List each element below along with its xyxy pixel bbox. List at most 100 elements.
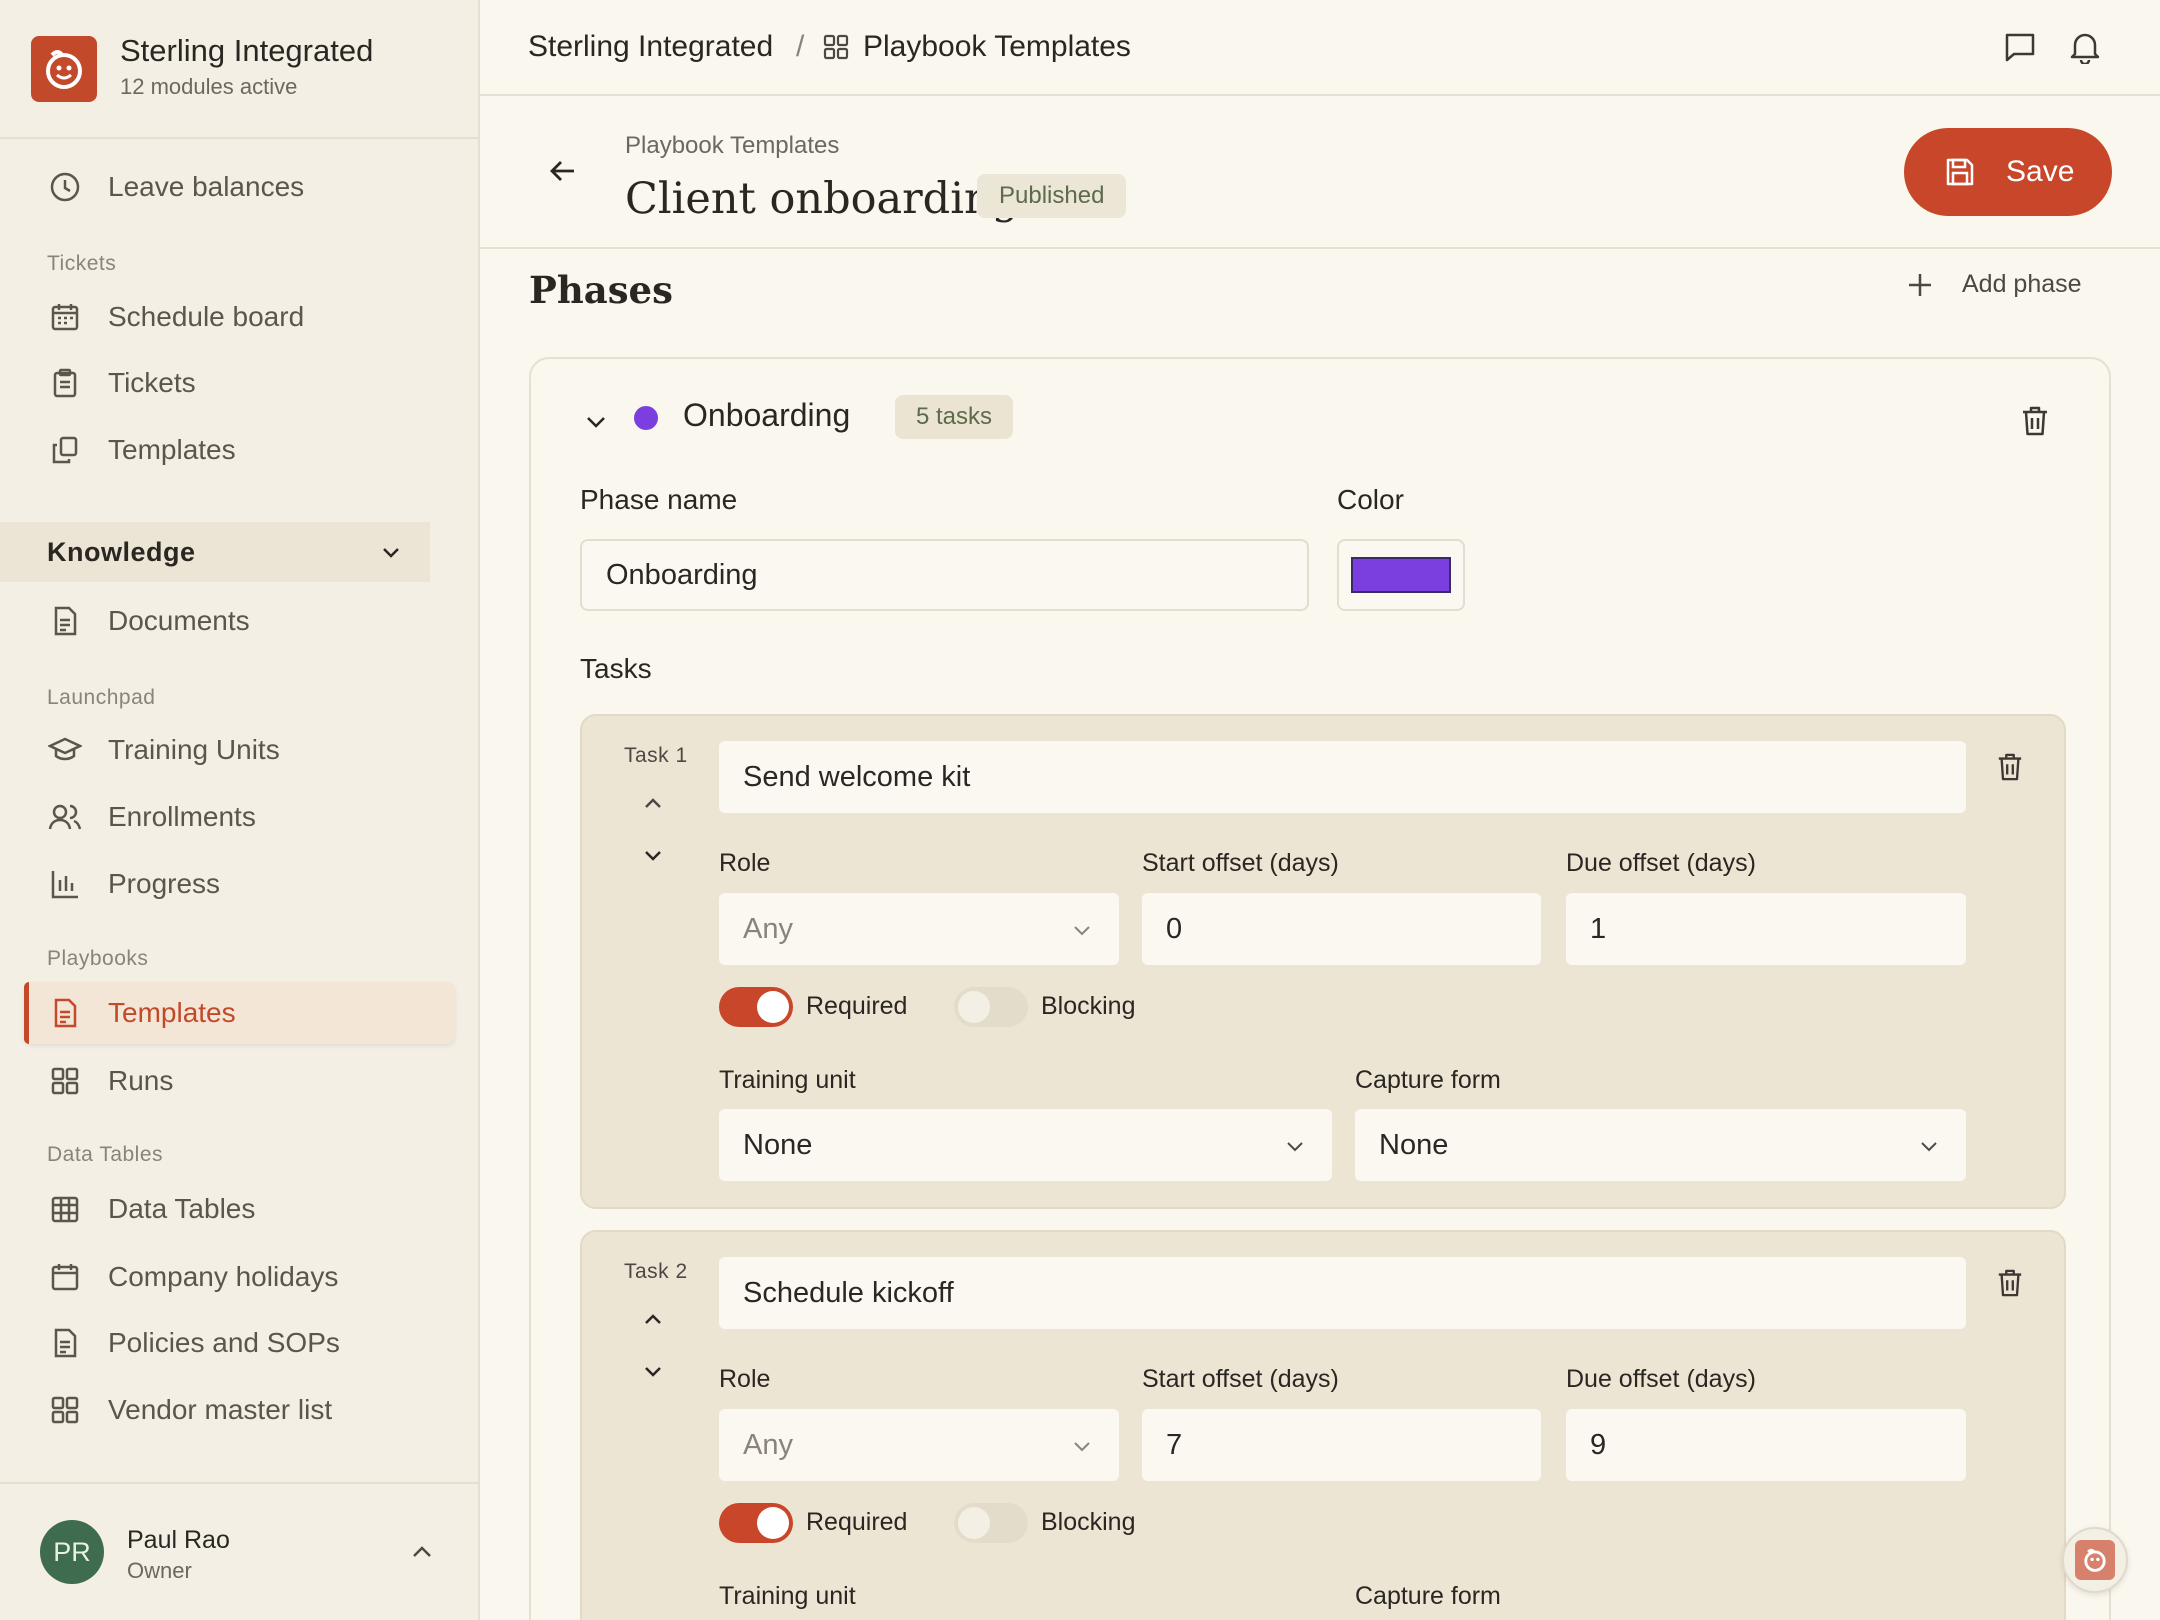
user-menu[interactable]: PR Paul Rao Owner <box>0 1482 478 1620</box>
task-number: Task 1 <box>624 744 688 767</box>
due-offset-label: Due offset (days) <box>1566 1365 1756 1393</box>
role-value: Any <box>743 1428 793 1461</box>
sidebar-item-runs[interactable]: Runs <box>24 1050 454 1112</box>
save-icon <box>1944 156 1976 188</box>
page-title: Client onboarding <box>625 174 1020 224</box>
due-offset-input[interactable]: 1 <box>1566 893 1966 965</box>
delete-task-trash-icon[interactable] <box>1996 752 2024 782</box>
role-select[interactable]: Any <box>719 1409 1119 1481</box>
sidebar-item-label: Leave balances <box>108 171 305 202</box>
sidebar-item-label: Vendor master list <box>108 1394 333 1425</box>
start-offset-input[interactable]: 0 <box>1142 893 1541 965</box>
blocking-label: Blocking <box>1041 1508 1136 1536</box>
org-name: Sterling Integrated <box>120 33 374 68</box>
bell-icon[interactable] <box>2069 30 2101 64</box>
calendar-icon <box>48 300 82 334</box>
grid-icon <box>48 1393 82 1427</box>
save-button[interactable]: Save <box>1904 128 2112 216</box>
delete-task-trash-icon[interactable] <box>1996 1268 2024 1298</box>
document-icon <box>48 996 82 1030</box>
user-name: Paul Rao <box>127 1526 230 1554</box>
move-down-chevron-icon[interactable] <box>641 1359 665 1383</box>
sidebar-item-label: Templates <box>108 997 236 1028</box>
sidebar-item-leave-balances[interactable]: Leave balances <box>24 156 454 218</box>
org-subtitle: 12 modules active <box>120 74 298 99</box>
add-phase-label: Add phase <box>1962 270 2082 298</box>
delete-phase-trash-icon[interactable] <box>2020 405 2050 437</box>
task-card: Task 2 Schedule kickoff Role Any Start o… <box>580 1230 2066 1620</box>
sidebar-item-training-units[interactable]: Training Units <box>24 719 454 781</box>
sidebar-item-label: Documents <box>108 605 250 636</box>
sidebar-item-documents[interactable]: Documents <box>24 590 454 652</box>
breadcrumb-root[interactable]: Sterling Integrated <box>528 30 773 64</box>
copy-icon <box>48 433 82 467</box>
section-tickets: Tickets <box>47 252 117 275</box>
sidebar-item-label: Training Units <box>108 734 280 765</box>
chat-icon[interactable] <box>2003 30 2037 64</box>
table-icon <box>48 1192 82 1226</box>
status-badge: Published <box>977 174 1127 218</box>
phase-name: Onboarding <box>683 397 851 433</box>
required-label: Required <box>806 1508 908 1536</box>
role-select[interactable]: Any <box>719 893 1119 965</box>
grid-icon <box>823 34 849 60</box>
tasks-label: Tasks <box>580 653 652 684</box>
document-icon <box>48 1326 82 1360</box>
training-unit-value: None <box>743 1128 813 1161</box>
org-switcher[interactable]: Sterling Integrated 12 modules active <box>0 0 478 139</box>
task-number: Task 2 <box>624 1260 688 1283</box>
start-offset-label: Start offset (days) <box>1142 849 1339 877</box>
clipboard-icon <box>48 366 82 400</box>
task-title-input[interactable]: Schedule kickoff <box>719 1257 1966 1329</box>
chevron-up-icon[interactable] <box>408 1538 436 1566</box>
blocking-toggle[interactable] <box>954 1503 1028 1543</box>
training-unit-label: Training unit <box>719 1582 856 1610</box>
assistant-launcher[interactable] <box>2062 1527 2128 1593</box>
sidebar-item-templates-playbooks[interactable]: Templates <box>24 982 455 1044</box>
topbar: Sterling Integrated / Playbook Templates <box>480 0 2160 96</box>
phase-name-input[interactable]: Onboarding <box>580 539 1309 611</box>
breadcrumb-current: Playbook Templates <box>863 30 1131 63</box>
sidebar-item-label: Data Tables <box>108 1193 256 1224</box>
users-icon <box>48 800 82 834</box>
sidebar-item-enrollments[interactable]: Enrollments <box>24 786 454 848</box>
start-offset-input[interactable]: 7 <box>1142 1409 1541 1481</box>
sidebar-item-label: Progress <box>108 868 221 899</box>
sidebar-item-tickets[interactable]: Tickets <box>24 352 454 414</box>
capture-form-select[interactable]: None <box>1355 1109 1966 1181</box>
sidebar-item-company-holidays[interactable]: Company holidays <box>24 1246 454 1308</box>
move-down-chevron-icon[interactable] <box>641 843 665 867</box>
task-title-input[interactable]: Send welcome kit <box>719 741 1966 813</box>
required-toggle[interactable] <box>719 987 793 1027</box>
sidebar-item-templates-tickets[interactable]: Templates <box>24 419 454 481</box>
avatar: PR <box>40 1520 104 1584</box>
sidebar-item-progress[interactable]: Progress <box>24 853 454 915</box>
color-picker[interactable] <box>1337 539 1465 611</box>
sidebar-item-schedule-board[interactable]: Schedule board <box>24 286 454 348</box>
move-up-chevron-icon[interactable] <box>641 792 665 816</box>
blocking-toggle[interactable] <box>954 987 1028 1027</box>
sidebar-item-vendor-master-list[interactable]: Vendor master list <box>24 1379 454 1441</box>
document-icon <box>48 604 82 638</box>
knowledge-group-toggle[interactable]: Knowledge <box>0 522 430 582</box>
org-logo-icon <box>31 36 97 102</box>
sidebar-item-data-tables[interactable]: Data Tables <box>24 1178 454 1240</box>
required-toggle[interactable] <box>719 1503 793 1543</box>
move-up-chevron-icon[interactable] <box>641 1308 665 1332</box>
role-label: Role <box>719 1365 771 1393</box>
add-phase-button[interactable]: Add phase <box>1906 270 2082 299</box>
due-offset-input[interactable]: 9 <box>1566 1409 1966 1481</box>
role-label: Role <box>719 849 771 877</box>
section-playbooks: Playbooks <box>47 947 149 970</box>
breadcrumb-separator: / <box>796 30 805 63</box>
phase-name-label: Phase name <box>580 484 738 515</box>
sidebar-item-policies[interactable]: Policies and SOPs <box>24 1312 454 1374</box>
back-arrow-icon[interactable] <box>548 156 578 186</box>
training-unit-select[interactable]: None <box>719 1109 1332 1181</box>
collapse-chevron-icon[interactable] <box>583 409 609 435</box>
grid-icon <box>48 1064 82 1098</box>
capture-form-label: Capture form <box>1355 1066 1501 1094</box>
page-breadcrumb[interactable]: Playbook Templates <box>625 132 839 160</box>
section-data-tables: Data Tables <box>47 1143 164 1166</box>
bar-chart-icon <box>48 867 82 901</box>
